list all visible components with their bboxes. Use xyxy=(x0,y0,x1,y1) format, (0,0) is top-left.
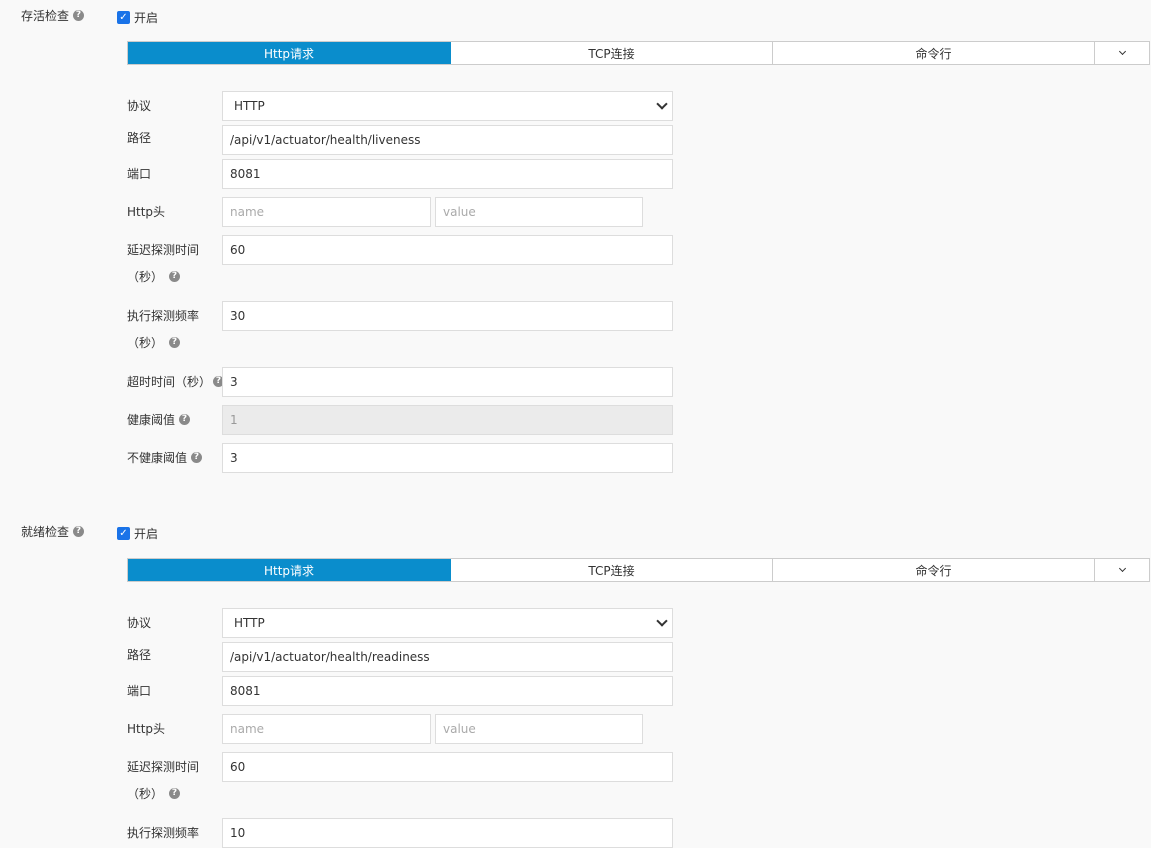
path-label: 路径 xyxy=(127,131,152,145)
liveness-enable[interactable]: ✓ 开启 xyxy=(117,9,158,26)
initial-delay-unit-text: （秒） xyxy=(127,270,164,284)
timeout-input[interactable]: 3 xyxy=(222,367,673,397)
protocol-select[interactable]: HTTP xyxy=(222,91,673,121)
period-input[interactable]: 10 xyxy=(222,818,673,848)
tab-command[interactable]: 命令行 xyxy=(773,42,1095,64)
failure-threshold-label-text: 不健康阈值 xyxy=(127,451,188,465)
help-icon[interactable]: ? xyxy=(191,452,203,463)
failure-threshold-label: 不健康阈值 ? xyxy=(127,449,203,466)
help-icon[interactable]: ? xyxy=(73,10,85,21)
http-header-label: Http头 xyxy=(127,205,166,219)
header-value-input[interactable]: value xyxy=(435,197,643,227)
port-label: 端口 xyxy=(127,167,152,181)
protocol-label: 协议 xyxy=(127,99,152,113)
checkbox-checked-icon[interactable]: ✓ xyxy=(117,11,130,24)
path-label: 路径 xyxy=(127,648,152,662)
readiness-title: 就绪检查 ? xyxy=(21,523,85,540)
help-icon[interactable]: ? xyxy=(169,271,181,282)
readiness-enable[interactable]: ✓ 开启 xyxy=(117,525,158,542)
help-icon[interactable]: ? xyxy=(169,788,181,799)
path-input[interactable]: /api/v1/actuator/health/readiness xyxy=(222,642,673,672)
tab-tcp[interactable]: TCP连接 xyxy=(451,559,773,581)
tab-http[interactable]: Http请求 xyxy=(128,559,451,581)
initial-delay-label: 延迟探测时间 xyxy=(127,760,200,774)
period-label: 执行探测频率 xyxy=(127,826,200,840)
initial-delay-input[interactable]: 60 xyxy=(222,752,673,782)
port-input[interactable]: 8081 xyxy=(222,676,673,706)
success-threshold-label: 健康阈值 ? xyxy=(127,411,191,428)
initial-delay-label: 延迟探测时间 xyxy=(127,243,200,257)
success-threshold-input: 1 xyxy=(222,405,673,435)
chevron-down-icon xyxy=(656,98,668,110)
checkbox-checked-icon[interactable]: ✓ xyxy=(117,527,130,540)
success-threshold-label-text: 健康阈值 xyxy=(127,413,176,427)
tab-more-dropdown[interactable] xyxy=(1095,559,1149,581)
chevron-down-icon xyxy=(1118,564,1126,573)
initial-delay-unit: （秒） ? xyxy=(127,785,181,802)
liveness-enable-label: 开启 xyxy=(134,11,159,25)
tab-tcp[interactable]: TCP连接 xyxy=(451,42,773,64)
port-label: 端口 xyxy=(127,684,152,698)
path-input[interactable]: /api/v1/actuator/health/liveness xyxy=(222,125,673,155)
timeout-label-text: 超时时间（秒） xyxy=(127,375,212,389)
period-label: 执行探测频率 xyxy=(127,309,200,323)
chevron-down-icon xyxy=(1118,47,1126,56)
readiness-section: 就绪检查 ? ✓ 开启 Http请求 TCP连接 命令行 协议 HTTP 路径 … xyxy=(0,523,1151,848)
tab-more-dropdown[interactable] xyxy=(1095,42,1149,64)
port-input[interactable]: 8081 xyxy=(222,159,673,189)
protocol-select-value: HTTP xyxy=(234,99,265,113)
help-icon[interactable]: ? xyxy=(73,526,85,537)
timeout-label: 超时时间（秒） ? xyxy=(127,373,225,390)
initial-delay-input[interactable]: 60 xyxy=(222,235,673,265)
readiness-enable-label: 开启 xyxy=(134,527,159,541)
period-input[interactable]: 30 xyxy=(222,301,673,331)
period-unit: （秒） ? xyxy=(127,334,181,351)
help-icon[interactable]: ? xyxy=(169,337,181,348)
protocol-label: 协议 xyxy=(127,616,152,630)
tab-command[interactable]: 命令行 xyxy=(773,559,1095,581)
liveness-title-text: 存活检查 xyxy=(21,9,70,23)
initial-delay-unit: （秒） ? xyxy=(127,268,181,285)
http-header-label: Http头 xyxy=(127,722,166,736)
protocol-select[interactable]: HTTP xyxy=(222,608,673,638)
protocol-select-value: HTTP xyxy=(234,616,265,630)
liveness-title: 存活检查 ? xyxy=(21,7,85,24)
failure-threshold-input[interactable]: 3 xyxy=(222,443,673,473)
initial-delay-unit-text: （秒） xyxy=(127,787,164,801)
header-name-input[interactable]: name xyxy=(222,197,431,227)
chevron-down-icon xyxy=(656,615,668,627)
header-value-input[interactable]: value xyxy=(435,714,643,744)
period-unit-text: （秒） xyxy=(127,336,164,350)
readiness-tabs: Http请求 TCP连接 命令行 xyxy=(127,558,1150,582)
header-name-input[interactable]: name xyxy=(222,714,431,744)
liveness-section: 存活检查 ? ✓ 开启 Http请求 TCP连接 命令行 协议 HTTP 路径 … xyxy=(0,7,1151,487)
tab-http[interactable]: Http请求 xyxy=(128,42,451,64)
help-icon[interactable]: ? xyxy=(179,414,191,425)
readiness-title-text: 就绪检查 xyxy=(21,525,70,539)
liveness-tabs: Http请求 TCP连接 命令行 xyxy=(127,41,1150,65)
